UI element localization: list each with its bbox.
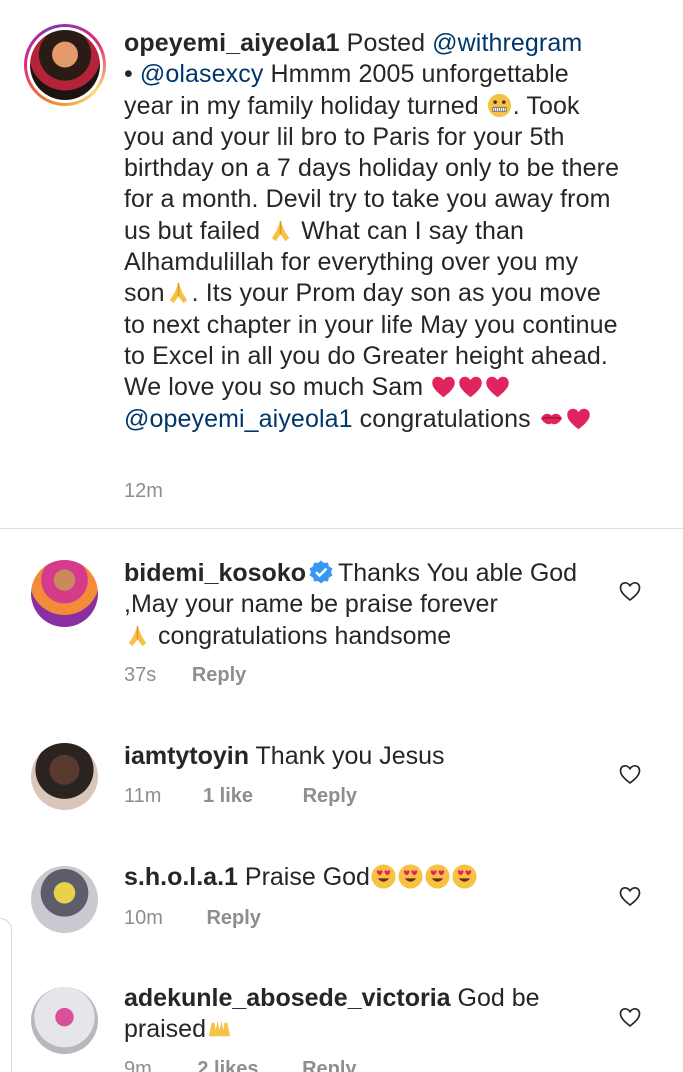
comment-item: iamtytoyin Thank you Jesus 11m 1 like Re…: [0, 735, 683, 845]
bullet: •: [124, 60, 133, 89]
caption-body-4: . Its your Prom day son as you move to n…: [124, 279, 618, 402]
avatar-gap: [27, 27, 103, 103]
like-heart-icon[interactable]: [618, 763, 642, 785]
zipper-mouth-emoji-icon: [486, 92, 513, 119]
comment-text: bidemi_kosoko Thanks You able God ,May yo…: [124, 558, 594, 652]
source-mention-link[interactable]: @olasexcy: [140, 60, 264, 88]
comment-meta: 9m 2 likes Reply: [124, 1058, 357, 1072]
reply-button[interactable]: Reply: [302, 1058, 356, 1072]
pray-emoji-icon: [267, 217, 294, 244]
caption-timestamp: 12m: [124, 480, 163, 502]
avatar[interactable]: [31, 987, 98, 1054]
comment-username[interactable]: iamtytoyin: [124, 742, 249, 770]
comment-text: adekunle_abosede_victoria God be praised: [124, 983, 594, 1046]
comment-text: iamtytoyin Thank you Jesus: [124, 741, 594, 772]
via-mention-link[interactable]: @withregram: [432, 29, 582, 57]
likes-count-link[interactable]: 2 likes: [197, 1058, 258, 1072]
avatar[interactable]: [31, 866, 98, 933]
avatar[interactable]: [31, 743, 98, 810]
verified-badge-icon: [309, 560, 333, 584]
like-heart-icon[interactable]: [618, 885, 642, 907]
heart-eyes-emoji-icon: [424, 863, 451, 890]
comment-text: s.h.o.l.a.1 Praise God: [124, 862, 594, 893]
reply-button[interactable]: Reply: [192, 664, 246, 687]
divider: [0, 528, 683, 529]
red-heart-emoji-icon: [430, 373, 457, 400]
avatar[interactable]: [30, 30, 100, 100]
pray-emoji-icon: [124, 622, 151, 649]
comment-item: adekunle_abosede_victoria God be praised…: [0, 978, 683, 1072]
like-heart-icon[interactable]: [618, 1006, 642, 1028]
comment-meta: 37s Reply: [124, 664, 246, 687]
comment-username[interactable]: bidemi_kosoko: [124, 559, 306, 587]
reply-button[interactable]: Reply: [206, 907, 260, 930]
story-ring[interactable]: [24, 24, 106, 106]
heart-eyes-emoji-icon: [370, 863, 397, 890]
raised-hands-emoji-icon: [206, 1015, 233, 1042]
comment-item: bidemi_kosoko Thanks You able God ,May yo…: [0, 550, 683, 710]
red-heart-emoji-icon: [484, 373, 511, 400]
comment-username[interactable]: adekunle_abosede_victoria: [124, 984, 451, 1012]
end-mention-link[interactable]: @opeyemi_aiyeola1: [124, 405, 353, 433]
comment-timestamp: 9m: [124, 1058, 152, 1072]
comment-meta: 10m Reply: [124, 907, 261, 930]
comment-meta: 11m 1 like Reply: [124, 785, 357, 808]
caption-text: opeyemi_aiyeola1 Posted @withregram • @o…: [124, 28, 624, 435]
heart-eyes-emoji-icon: [451, 863, 478, 890]
posted-label: Posted: [346, 29, 426, 57]
comment-body: Praise God: [244, 863, 370, 891]
comment-body: Thank you Jesus: [255, 742, 445, 770]
likes-count-link[interactable]: 1 like: [203, 785, 253, 808]
comment-timestamp: 10m: [124, 907, 163, 929]
comment-timestamp: 37s: [124, 664, 157, 686]
screen-edge: [0, 918, 12, 1072]
comment-username[interactable]: s.h.o.l.a.1: [124, 863, 238, 891]
heart-eyes-emoji-icon: [397, 863, 424, 890]
kiss-mark-emoji-icon: [538, 405, 565, 432]
red-heart-emoji-icon: [457, 373, 484, 400]
reply-button[interactable]: Reply: [303, 785, 357, 808]
caption-body-5: congratulations: [359, 404, 531, 433]
comment-timestamp: 11m: [124, 785, 162, 807]
pray-emoji-icon: [165, 279, 192, 306]
avatar[interactable]: [31, 560, 98, 627]
comment-item: s.h.o.l.a.1 Praise God 10m Reply: [0, 857, 683, 967]
like-heart-icon[interactable]: [618, 580, 642, 602]
caption-username[interactable]: opeyemi_aiyeola1: [124, 29, 340, 57]
red-heart-emoji-icon: [565, 405, 592, 432]
caption: opeyemi_aiyeola1 Posted @withregram • @o…: [0, 0, 683, 528]
comment-body: congratulations handsome: [157, 621, 452, 650]
